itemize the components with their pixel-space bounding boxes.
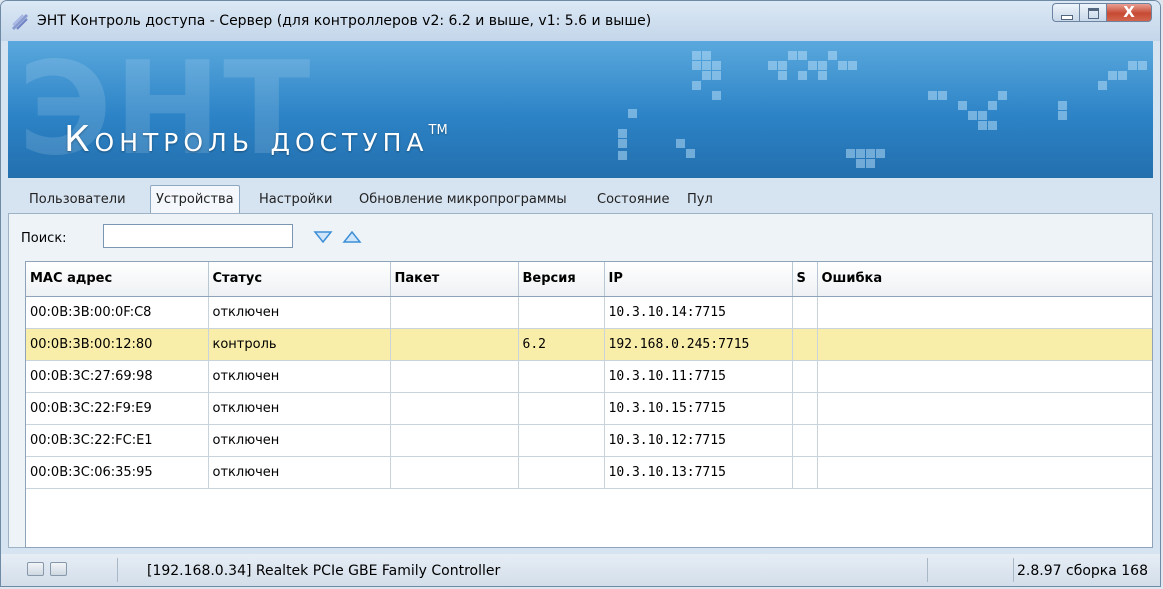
cell-status: отключен bbox=[208, 296, 391, 329]
app-icon bbox=[11, 13, 29, 31]
cell-error bbox=[817, 296, 1152, 329]
cell-version bbox=[518, 456, 605, 489]
devices-table[interactable]: MAC адрес Статус Пакет Версия IP S Ошибк… bbox=[25, 261, 1153, 548]
cell-status: отключен bbox=[208, 456, 391, 489]
triangle-down-icon[interactable] bbox=[313, 231, 333, 243]
cell-ip: 10.3.10.14:7715 bbox=[604, 296, 793, 329]
tab-firmware-update[interactable]: Обновление микропрограммы bbox=[354, 189, 572, 210]
cell-packet bbox=[390, 360, 519, 393]
cell-s bbox=[792, 424, 818, 457]
cell-s bbox=[792, 296, 818, 329]
cell-mac: 00:0B:3B:00:12:80 bbox=[26, 328, 209, 361]
table-row[interactable]: 00:0B:3B:00:0F:C8 отключен 10.3.10.14:77… bbox=[26, 296, 1152, 329]
cell-version bbox=[518, 392, 605, 425]
window-title: ЭНТ Контроль доступа - Сервер (для контр… bbox=[37, 13, 652, 29]
cell-version: 6.2 bbox=[518, 328, 605, 361]
status-separator bbox=[927, 558, 928, 582]
header-banner: ЭНТ Контроль доступаTM bbox=[8, 41, 1153, 178]
cell-ip: 10.3.10.13:7715 bbox=[604, 456, 793, 489]
close-button[interactable]: X bbox=[1106, 3, 1152, 22]
trademark-mark: TM bbox=[428, 123, 448, 138]
tab-users[interactable]: Пользователи bbox=[24, 189, 131, 210]
search-label: Поиск: bbox=[21, 231, 67, 246]
cell-ip: 10.3.10.12:7715 bbox=[604, 424, 793, 457]
cell-error bbox=[817, 328, 1152, 361]
column-header-s[interactable]: S bbox=[792, 262, 818, 297]
column-header-ip[interactable]: IP bbox=[604, 262, 793, 297]
cell-mac: 00:0B:3C:22:F9:E9 bbox=[26, 392, 209, 425]
cell-error bbox=[817, 456, 1152, 489]
cell-mac: 00:0B:3C:06:35:95 bbox=[26, 456, 209, 489]
cell-mac: 00:0B:3B:00:0F:C8 bbox=[26, 296, 209, 329]
cell-status: отключен bbox=[208, 424, 391, 457]
cell-status: отключен bbox=[208, 360, 391, 393]
devices-panel: Поиск: MAC адрес Статус Пакет Версия IP … bbox=[8, 213, 1153, 548]
cell-error bbox=[817, 424, 1152, 457]
cell-version bbox=[518, 424, 605, 457]
cell-packet bbox=[390, 456, 519, 489]
cell-packet bbox=[390, 296, 519, 329]
status-bar: [192.168.0.34] Realtek PCIe GBE Family C… bbox=[1, 554, 1160, 586]
table-row[interactable]: 00:0B:3C:06:35:95 отключен 10.3.10.13:77… bbox=[26, 456, 1152, 489]
app-window: ЭНТ Контроль доступа - Сервер (для контр… bbox=[0, 0, 1161, 587]
table-row[interactable]: 00:0B:3C:22:FC:E1 отключен 10.3.10.12:77… bbox=[26, 424, 1152, 457]
cell-s bbox=[792, 392, 818, 425]
close-icon: X bbox=[1123, 3, 1135, 21]
column-header-error[interactable]: Ошибка bbox=[817, 262, 1152, 297]
cell-ip: 192.168.0.245:7715 bbox=[604, 328, 793, 361]
search-input[interactable] bbox=[103, 224, 293, 248]
maximize-button[interactable] bbox=[1079, 3, 1106, 22]
tab-pool[interactable]: Пул bbox=[682, 189, 718, 210]
cell-packet bbox=[390, 392, 519, 425]
table-row[interactable]: 00:0B:3C:27:69:98 отключен 10.3.10.11:77… bbox=[26, 360, 1152, 393]
status-separator bbox=[1013, 558, 1014, 582]
cell-status: контроль bbox=[208, 328, 391, 361]
cell-packet bbox=[390, 424, 519, 457]
banner-title: Контроль доступаTM bbox=[64, 119, 448, 160]
triangle-up-icon[interactable] bbox=[342, 231, 362, 243]
cell-s bbox=[792, 360, 818, 393]
cell-mac: 00:0B:3C:22:FC:E1 bbox=[26, 424, 209, 457]
status-indicator-1 bbox=[27, 562, 44, 576]
cell-s bbox=[792, 328, 818, 361]
status-indicator-2 bbox=[50, 562, 67, 576]
tab-settings[interactable]: Настройки bbox=[254, 189, 337, 210]
cell-mac: 00:0B:3C:27:69:98 bbox=[26, 360, 209, 393]
tab-bar: Пользователи Устройства Настройки Обновл… bbox=[8, 181, 1153, 215]
column-header-version[interactable]: Версия bbox=[518, 262, 605, 297]
app-version: 2.8.97 сборка 168 bbox=[1017, 563, 1148, 579]
tab-devices[interactable]: Устройства bbox=[150, 185, 240, 215]
cell-error bbox=[817, 360, 1152, 393]
window-controls: X bbox=[1052, 3, 1152, 22]
table-row-selected[interactable]: 00:0B:3B:00:12:80 контроль 6.2 192.168.0… bbox=[26, 328, 1152, 361]
cell-status: отключен bbox=[208, 392, 391, 425]
cell-version bbox=[518, 360, 605, 393]
cell-version bbox=[518, 296, 605, 329]
banner-title-text: Контроль доступа bbox=[64, 119, 429, 160]
minimize-button[interactable] bbox=[1052, 3, 1079, 22]
cell-ip: 10.3.10.11:7715 bbox=[604, 360, 793, 393]
column-header-mac[interactable]: MAC адрес bbox=[26, 262, 209, 297]
status-separator bbox=[117, 558, 118, 582]
column-header-packet[interactable]: Пакет bbox=[390, 262, 519, 297]
column-header-status[interactable]: Статус bbox=[208, 262, 391, 297]
table-header-row: MAC адрес Статус Пакет Версия IP S Ошибк… bbox=[26, 262, 1152, 297]
title-bar[interactable]: ЭНТ Контроль доступа - Сервер (для контр… bbox=[1, 1, 1160, 41]
cell-error bbox=[817, 392, 1152, 425]
cell-packet bbox=[390, 328, 519, 361]
cell-s bbox=[792, 456, 818, 489]
table-row[interactable]: 00:0B:3C:22:F9:E9 отключен 10.3.10.15:77… bbox=[26, 392, 1152, 425]
network-adapter-status: [192.168.0.34] Realtek PCIe GBE Family C… bbox=[147, 563, 501, 579]
cell-ip: 10.3.10.15:7715 bbox=[604, 392, 793, 425]
tab-status[interactable]: Состояние bbox=[592, 189, 674, 210]
